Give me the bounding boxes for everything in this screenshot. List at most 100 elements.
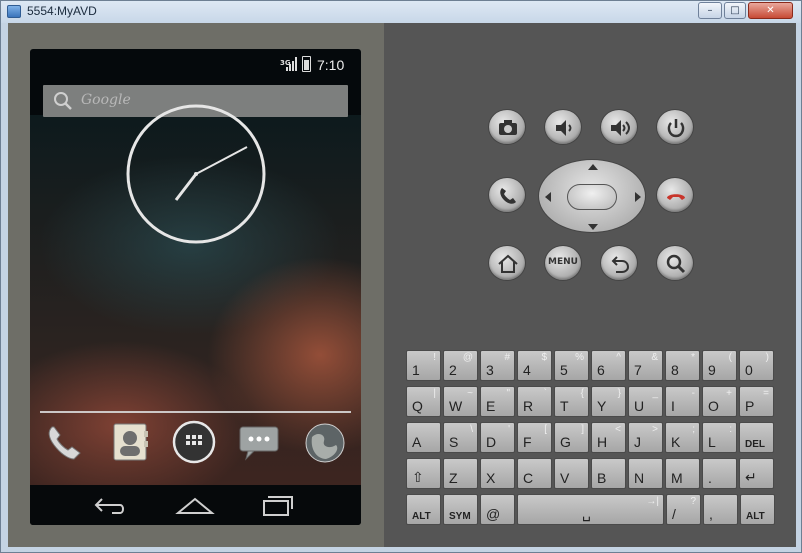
key-label: DEL: [745, 439, 765, 450]
slash-key[interactable]: / ?: [666, 494, 701, 525]
key-alt-label: <: [615, 424, 621, 435]
keyboard-key[interactable]: O +: [702, 386, 737, 417]
keyboard-key[interactable]: Q |: [406, 386, 441, 417]
key-label: Q: [412, 398, 423, 414]
keyboard-key[interactable]: ↵: [739, 458, 774, 489]
title-bar[interactable]: 5554:MyAVD – □ ✕: [1, 1, 801, 23]
keyboard-key[interactable]: N: [628, 458, 663, 489]
hardware-keyboard: 1! 2 @3 #4 $5% 6 ^ 7 & 8 * 9(0) Q | W ~ E " R ` T{Y} U _ I - O + P =…: [406, 350, 776, 525]
recent-apps-icon[interactable]: [254, 491, 300, 519]
keyboard-key[interactable]: 8 *: [665, 350, 700, 381]
key-label: B: [597, 470, 607, 486]
volume-down-button[interactable]: [544, 109, 582, 145]
key-label: ⇧: [412, 469, 424, 485]
alt-left-key[interactable]: ALT: [406, 494, 441, 525]
end-call-button[interactable]: [656, 177, 694, 213]
keyboard-key[interactable]: ⇧: [406, 458, 441, 489]
browser-app-icon[interactable]: [302, 419, 348, 465]
keyboard-key[interactable]: C: [517, 458, 552, 489]
keyboard-key[interactable]: 5%: [554, 350, 589, 381]
keyboard-key[interactable]: 3 #: [480, 350, 515, 381]
keyboard-key[interactable]: D ': [480, 422, 515, 453]
key-alt-label: ~: [467, 388, 473, 399]
key-label: 1: [412, 362, 420, 378]
keyboard-key[interactable]: H <: [591, 422, 626, 453]
keyboard-key[interactable]: S \: [443, 422, 478, 453]
space-key[interactable]: ␣ →|: [517, 494, 664, 525]
keyboard-key[interactable]: DEL: [739, 422, 774, 453]
key-label: 4: [523, 362, 531, 378]
key-alt-label: [: [544, 424, 547, 435]
keyboard-key[interactable]: 0): [739, 350, 774, 381]
device-screen[interactable]: 3G 7:10 Google: [30, 49, 361, 525]
home-button[interactable]: [488, 245, 526, 281]
signal-strength-icon: [286, 57, 297, 71]
keyboard-key[interactable]: .: [702, 458, 737, 489]
key-alt-label: ^: [616, 352, 621, 363]
at-key[interactable]: @: [480, 494, 515, 525]
keyboard-key[interactable]: V: [554, 458, 589, 489]
key-label: N: [634, 470, 645, 486]
keyboard-key[interactable]: I-: [665, 386, 700, 417]
keyboard-key[interactable]: Y}: [591, 386, 626, 417]
search-button[interactable]: [656, 245, 694, 281]
key-alt-label: >: [652, 424, 658, 435]
navigation-bar: [30, 485, 361, 525]
minimize-button[interactable]: –: [698, 2, 722, 19]
call-button[interactable]: [488, 177, 526, 213]
key-label: U: [634, 398, 645, 414]
maximize-button[interactable]: □: [724, 2, 746, 19]
keyboard-key[interactable]: W ~: [443, 386, 478, 417]
keyboard-key[interactable]: 6 ^: [591, 350, 626, 381]
key-label: T: [560, 398, 569, 414]
keyboard-key[interactable]: 4 $: [517, 350, 552, 381]
key-alt-label: &: [651, 352, 658, 363]
comma-key[interactable]: ,: [703, 494, 738, 525]
keyboard-key[interactable]: P =: [739, 386, 774, 417]
key-label: 5: [560, 362, 568, 378]
key-alt-label: =: [763, 388, 769, 399]
keyboard-key[interactable]: G]: [554, 422, 589, 453]
keyboard-key[interactable]: X: [480, 458, 515, 489]
power-button[interactable]: [656, 109, 694, 145]
key-label: 8: [671, 362, 679, 378]
keyboard-key[interactable]: 9(: [702, 350, 737, 381]
key-label: 3: [486, 362, 494, 378]
keyboard-key[interactable]: M: [665, 458, 700, 489]
volume-up-button[interactable]: [600, 109, 638, 145]
all-apps-icon[interactable]: [171, 419, 217, 465]
keyboard-key[interactable]: L:: [702, 422, 737, 453]
close-button[interactable]: ✕: [748, 2, 793, 19]
keyboard-key[interactable]: 1!: [406, 350, 441, 381]
alt-right-key[interactable]: ALT: [740, 494, 775, 525]
keyboard-key[interactable]: T{: [554, 386, 589, 417]
back-icon[interactable]: [88, 491, 134, 519]
keyboard-key[interactable]: E ": [480, 386, 515, 417]
keyboard-key[interactable]: 7 &: [628, 350, 663, 381]
sym-key[interactable]: SYM: [443, 494, 478, 525]
dpad-center-button[interactable]: [567, 184, 617, 210]
keyboard-key[interactable]: K;: [665, 422, 700, 453]
messaging-app-icon[interactable]: [236, 419, 282, 465]
key-label: L: [708, 434, 716, 450]
keyboard-key[interactable]: B: [591, 458, 626, 489]
key-label: M: [671, 470, 683, 486]
camera-button[interactable]: [488, 109, 526, 145]
keyboard-key[interactable]: Z: [443, 458, 478, 489]
dock-divider: [40, 411, 351, 413]
keyboard-key[interactable]: U _: [628, 386, 663, 417]
back-button[interactable]: [600, 245, 638, 281]
keyboard-key[interactable]: F[: [517, 422, 552, 453]
menu-button[interactable]: MENU: [544, 245, 582, 281]
keyboard-key[interactable]: R `: [517, 386, 552, 417]
keyboard-key[interactable]: J >: [628, 422, 663, 453]
keyboard-key[interactable]: 2 @: [443, 350, 478, 381]
phone-app-icon[interactable]: [42, 419, 88, 465]
end-call-icon: [667, 194, 685, 200]
keyboard-key[interactable]: A: [406, 422, 441, 453]
dpad[interactable]: [538, 159, 646, 233]
key-alt-label: ): [765, 352, 769, 363]
analog-clock-widget[interactable]: [125, 103, 267, 245]
home-icon[interactable]: [172, 491, 218, 519]
contacts-app-icon[interactable]: [106, 419, 152, 465]
